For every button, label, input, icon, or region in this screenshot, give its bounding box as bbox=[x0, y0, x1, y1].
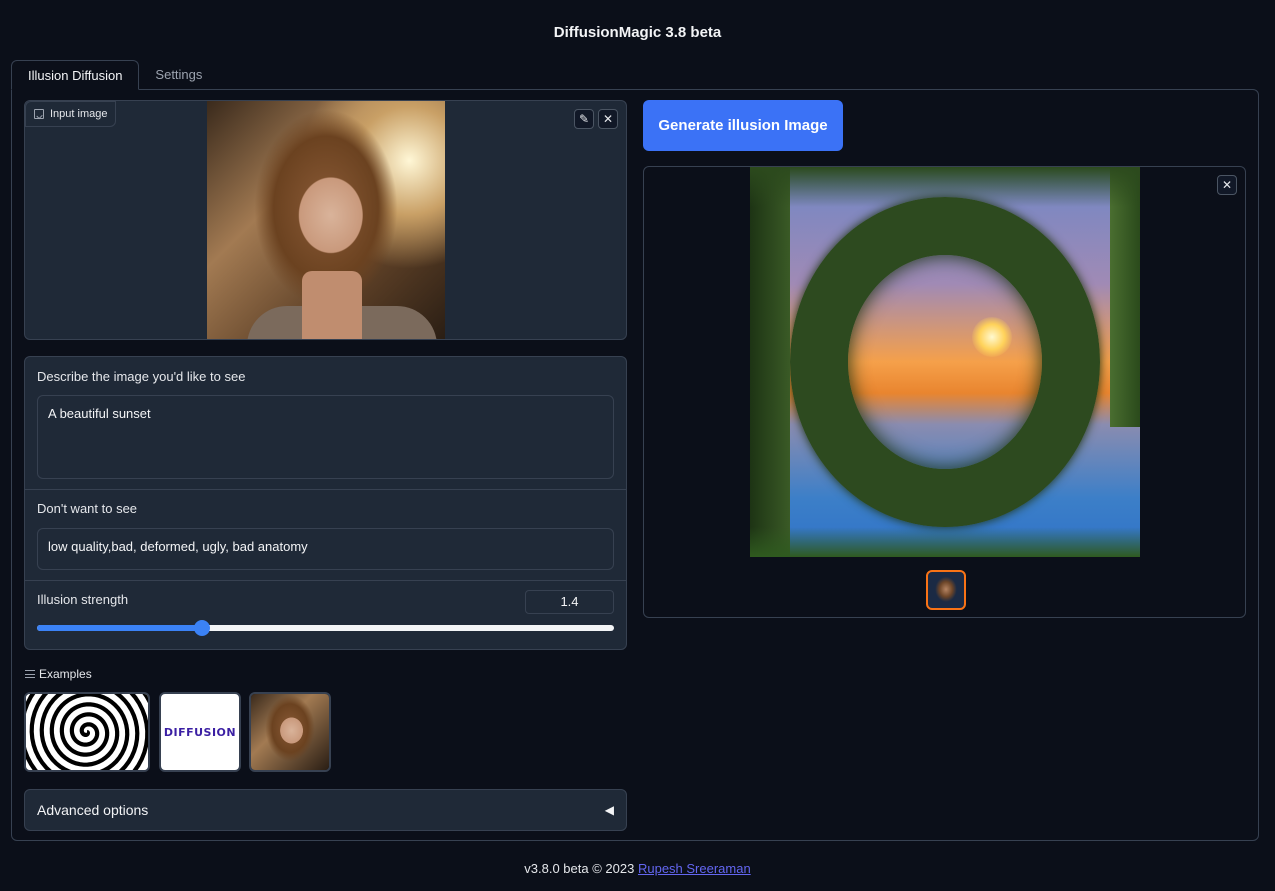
output-thumbnail[interactable] bbox=[926, 570, 966, 610]
image-icon bbox=[34, 109, 44, 119]
divider bbox=[25, 489, 626, 490]
illusion-strength-number[interactable]: 1.4 bbox=[525, 590, 614, 614]
output-image[interactable] bbox=[750, 167, 1140, 557]
pencil-icon[interactable]: ✎ bbox=[574, 109, 594, 129]
example-diffusion-text[interactable]: DIFFUSION bbox=[159, 692, 241, 772]
input-image bbox=[207, 101, 445, 339]
negative-prompt-input[interactable]: low quality,bad, deformed, ugly, bad ana… bbox=[37, 528, 614, 570]
slider-fill bbox=[37, 625, 203, 631]
negative-prompt-label: Don't want to see bbox=[37, 501, 138, 516]
example-portrait-image bbox=[251, 694, 329, 770]
tab-illusion-diffusion[interactable]: Illusion Diffusion bbox=[11, 60, 140, 90]
advanced-options-accordion[interactable]: Advanced options ◀ bbox=[24, 789, 627, 831]
input-image-label: Input image bbox=[25, 101, 117, 127]
footer: v3.8.0 beta © 2023 Rupesh Sreeraman bbox=[0, 861, 1275, 876]
illusion-strength-label: Illusion strength bbox=[37, 592, 129, 607]
tab-bar: Illusion Diffusion Settings bbox=[11, 60, 218, 90]
illusion-strength-slider[interactable] bbox=[37, 620, 614, 636]
app-title: DiffusionMagic 3.8 beta bbox=[553, 24, 722, 41]
examples-label-text: Examples bbox=[39, 667, 92, 681]
examples-label: Examples bbox=[25, 667, 92, 681]
tab-settings[interactable]: Settings bbox=[139, 60, 218, 90]
close-icon[interactable]: ✕ bbox=[598, 109, 618, 129]
advanced-options-label: Advanced options bbox=[37, 802, 149, 818]
slider-thumb[interactable] bbox=[194, 620, 211, 636]
input-image-label-text: Input image bbox=[50, 108, 108, 120]
prompt-label: Describe the image you'd like to see bbox=[37, 369, 246, 384]
list-icon bbox=[25, 670, 35, 678]
example-spiral[interactable] bbox=[24, 692, 150, 772]
collapse-arrow-icon: ◀ bbox=[604, 803, 614, 817]
example-portrait[interactable] bbox=[249, 692, 331, 772]
footer-text: v3.8.0 beta © 2023 bbox=[524, 861, 635, 876]
author-link[interactable]: Rupesh Sreeraman bbox=[638, 861, 751, 876]
generate-button[interactable]: Generate illusion Image bbox=[643, 100, 843, 151]
prompt-input[interactable] bbox=[37, 395, 614, 479]
output-gallery: ✕ bbox=[643, 166, 1246, 618]
spiral-image bbox=[26, 694, 148, 770]
divider bbox=[25, 580, 626, 581]
close-icon[interactable]: ✕ bbox=[1217, 175, 1237, 195]
input-image-area[interactable]: Input image ✎ ✕ bbox=[24, 100, 627, 340]
prompt-settings-block: Describe the image you'd like to see Don… bbox=[24, 356, 627, 650]
example-text: DIFFUSION bbox=[163, 725, 237, 739]
